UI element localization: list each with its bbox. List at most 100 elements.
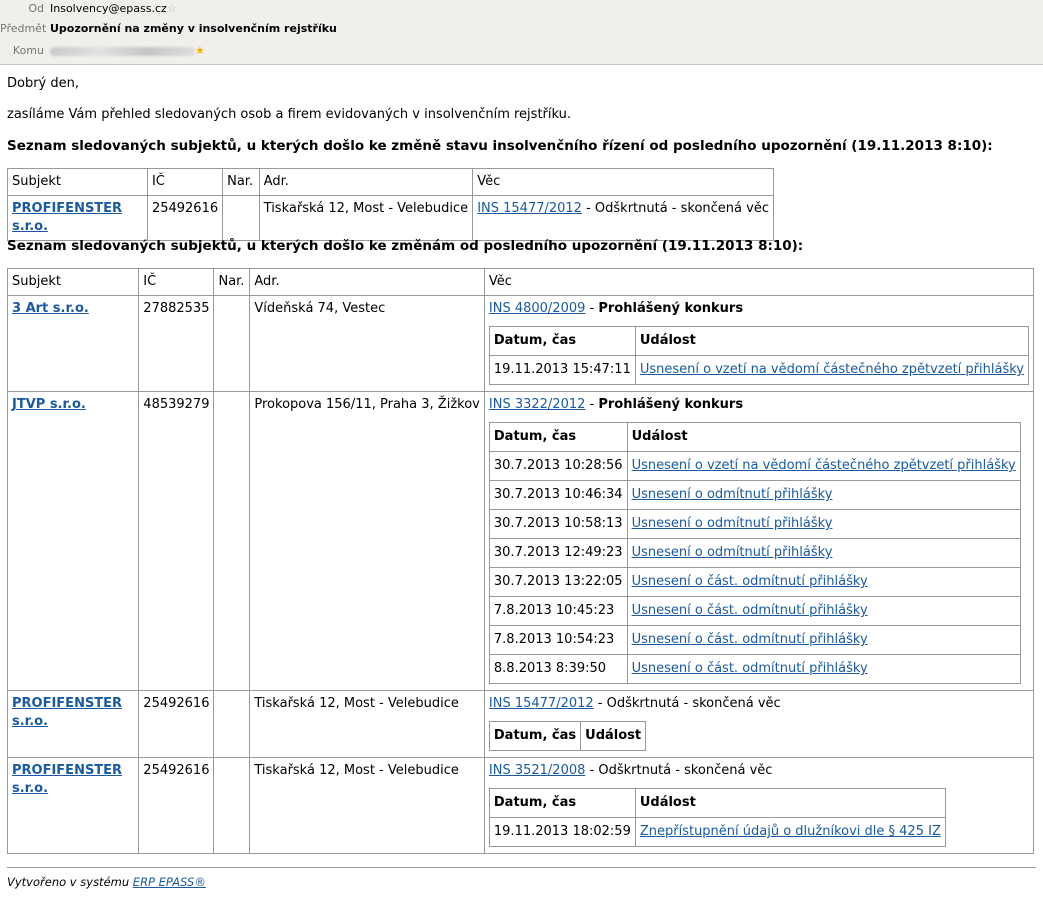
cell-addr: Tiskařská 12, Most - Velebudice [258, 195, 474, 241]
subject-link[interactable]: PROFIFENSTER s.r.o. [12, 696, 122, 729]
event-cell: Usnesení o část. odmítnutí přihlášky [626, 625, 1021, 655]
redacted-recipient [50, 46, 195, 56]
star-outline-icon[interactable]: ☆ [167, 2, 177, 15]
case-link[interactable]: INS 3322/2012 [489, 397, 586, 412]
table-row: PROFIFENSTER s.r.o. 25492616 Tiskařská 12,… [6, 757, 1035, 854]
case-link[interactable]: INS 3521/2008 [489, 763, 586, 778]
event-row: 19.11.2013 18:02:59 Znepřístupnění údajů … [488, 817, 946, 847]
col-subject: Subjekt [6, 268, 140, 296]
table-row: PROFIFENSTER s.r.o. 25492616 Tiskařská 12,… [6, 690, 1035, 758]
case-line: INS 15477/2012 - Odškrtnutá - skončená v… [489, 695, 1029, 713]
section1-title: Seznam sledovaných subjektů, u kterých d… [7, 138, 993, 154]
col-addr: Adr. [258, 168, 474, 196]
case-link[interactable]: INS 15477/2012 [477, 201, 582, 216]
table-header-row: Subjekt IČ Nar. Adr. Věc [6, 268, 1035, 296]
cell-addr: Vídeňská 74, Vestec [249, 295, 485, 392]
cell-addr: Tiskařská 12, Most - Velebudice [249, 690, 485, 758]
events-header-row: Datum, čas Událost [488, 721, 647, 751]
case-separator: - [585, 301, 599, 316]
col-nar: Nar. [213, 268, 251, 296]
event-datetime: 7.8.2013 10:54:23 [488, 625, 628, 655]
event-link[interactable]: Usnesení o odmítnutí přihlášky [632, 545, 833, 560]
case-link[interactable]: INS 4800/2009 [489, 301, 586, 316]
subject-value: Upozornění na změny v insolvenčním rejst… [50, 22, 337, 35]
star-filled-icon[interactable]: ★ [195, 44, 205, 57]
cell-nar [222, 195, 260, 241]
events-table: Datum, čas Událost 19.11.2013 18:02:59 Znep… [488, 788, 946, 847]
case-status: - Odškrtnutá - skončená věc [581, 201, 769, 216]
col-event: Událost [634, 326, 1030, 356]
event-row: 8.8.2013 8:39:50 Usnesení o část. odmítnu… [488, 654, 1021, 684]
cell-ic: 25492616 [138, 690, 215, 758]
event-datetime: 30.7.2013 12:49:23 [488, 538, 628, 568]
event-link[interactable]: Usnesení o část. odmítnutí přihlášky [632, 574, 868, 589]
subject-link[interactable]: PROFIFENSTER s.r.o. [12, 201, 122, 234]
event-cell: Usnesení o vzetí na vědomí částečného zp… [626, 451, 1021, 481]
event-link[interactable]: Usnesení o vzetí na vědomí částečného zp… [640, 362, 1024, 377]
section2-title: Seznam sledovaných subjektů, u kterých d… [7, 238, 804, 254]
case-link[interactable]: INS 15477/2012 [489, 696, 594, 711]
event-link[interactable]: Usnesení o část. odmítnutí přihlášky [632, 603, 868, 618]
event-datetime: 7.8.2013 10:45:23 [488, 596, 628, 626]
events-header-row: Datum, čas Událost [488, 326, 1030, 356]
event-cell: Usnesení o odmítnutí přihlášky [626, 509, 1021, 539]
cell-subject: JTVP s.r.o. [6, 391, 140, 691]
col-ic: IČ [138, 268, 215, 296]
table-header-row: Subjekt IČ Nar. Adr. Věc [7, 168, 774, 196]
col-ic: IČ [146, 168, 224, 196]
event-link[interactable]: Usnesení o část. odmítnutí přihlášky [632, 632, 868, 647]
cell-case: INS 15477/2012 - Odškrtnutá - skončená v… [472, 195, 774, 241]
event-row: 30.7.2013 12:49:23 Usnesení o odmítnutí p… [488, 538, 1021, 568]
col-nar: Nar. [222, 168, 260, 196]
event-cell: Usnesení o odmítnutí přihlášky [626, 480, 1021, 510]
table-row: PROFIFENSTER s.r.o. 25492616 Tiskařská 12,… [7, 195, 774, 241]
event-link[interactable]: Usnesení o vzetí na vědomí částečného zp… [632, 458, 1016, 473]
cell-ic: 25492616 [138, 757, 215, 854]
event-row: 7.8.2013 10:54:23 Usnesení o část. odmítn… [488, 625, 1021, 655]
subject-link[interactable]: 3 Art s.r.o. [12, 301, 89, 316]
event-datetime: 19.11.2013 15:47:11 [488, 355, 636, 385]
col-datetime: Datum, čas [488, 788, 636, 818]
footer-link[interactable]: ERP EPASS® [133, 875, 206, 889]
col-case: Věc [472, 168, 774, 196]
col-datetime: Datum, čas [488, 721, 582, 751]
col-event: Událost [634, 788, 946, 818]
footer-text: Vytvořeno v systému [7, 875, 133, 889]
event-cell: Znepřístupnění údajů o dlužníkovi dle § … [634, 817, 946, 847]
event-datetime: 30.7.2013 10:28:56 [488, 451, 628, 481]
to-label: Komu [12, 44, 44, 57]
footer-divider [7, 867, 1036, 868]
subject-link[interactable]: JTVP s.r.o. [12, 397, 86, 412]
intro-text: zasíláme Vám přehled sledovaných osob a … [7, 107, 571, 122]
event-row: 30.7.2013 10:58:13 Usnesení o odmítnutí p… [488, 509, 1021, 539]
event-datetime: 30.7.2013 10:58:13 [488, 509, 628, 539]
cell-nar [213, 757, 251, 854]
case-status: - Odškrtnutá - skončená věc [585, 763, 773, 778]
case-status: - Odškrtnutá - skončená věc [593, 696, 781, 711]
events-table: Datum, čas Událost 30.7.2013 10:28:56 Usnes… [488, 422, 1021, 684]
cell-case: INS 4800/2009 - Prohlášený konkurs Datum,… [483, 295, 1035, 392]
cell-addr: Prokopova 156/11, Praha 3, Žižkov [249, 391, 485, 691]
col-datetime: Datum, čas [488, 326, 636, 356]
cell-subject: PROFIFENSTER s.r.o. [6, 690, 140, 758]
cell-nar [213, 690, 251, 758]
cell-case: INS 3521/2008 - Odškrtnutá - skončená vě… [483, 757, 1035, 854]
event-row: 30.7.2013 10:46:34 Usnesení o odmítnutí p… [488, 480, 1021, 510]
event-link[interactable]: Usnesení o odmítnutí přihlášky [632, 516, 833, 531]
subject-label: Předmět [0, 22, 47, 35]
to-value-wrap: ★ [50, 42, 205, 60]
event-link[interactable]: Znepřístupnění údajů o dlužníkovi dle § … [640, 824, 941, 839]
table-row: JTVP s.r.o. 48539279 Prokopova 156/11, Pra… [6, 391, 1035, 691]
event-link[interactable]: Usnesení o část. odmítnutí přihlášky [632, 661, 868, 676]
event-datetime: 30.7.2013 10:46:34 [488, 480, 628, 510]
event-cell: Usnesení o část. odmítnutí přihlášky [626, 596, 1021, 626]
col-event: Událost [580, 721, 647, 751]
case-status: Prohlášený konkurs [598, 397, 744, 412]
cell-ic: 48539279 [138, 391, 215, 691]
event-link[interactable]: Usnesení o odmítnutí přihlášky [632, 487, 833, 502]
from-address[interactable]: Insolvency@epass.cz [50, 2, 167, 15]
case-status: Prohlášený konkurs [598, 301, 744, 316]
subject-link[interactable]: PROFIFENSTER s.r.o. [12, 763, 122, 796]
footer: Vytvořeno v systému ERP EPASS® [7, 875, 206, 889]
status-change-table: Subjekt IČ Nar. Adr. Věc PROFIFENSTER s.… [7, 168, 774, 241]
